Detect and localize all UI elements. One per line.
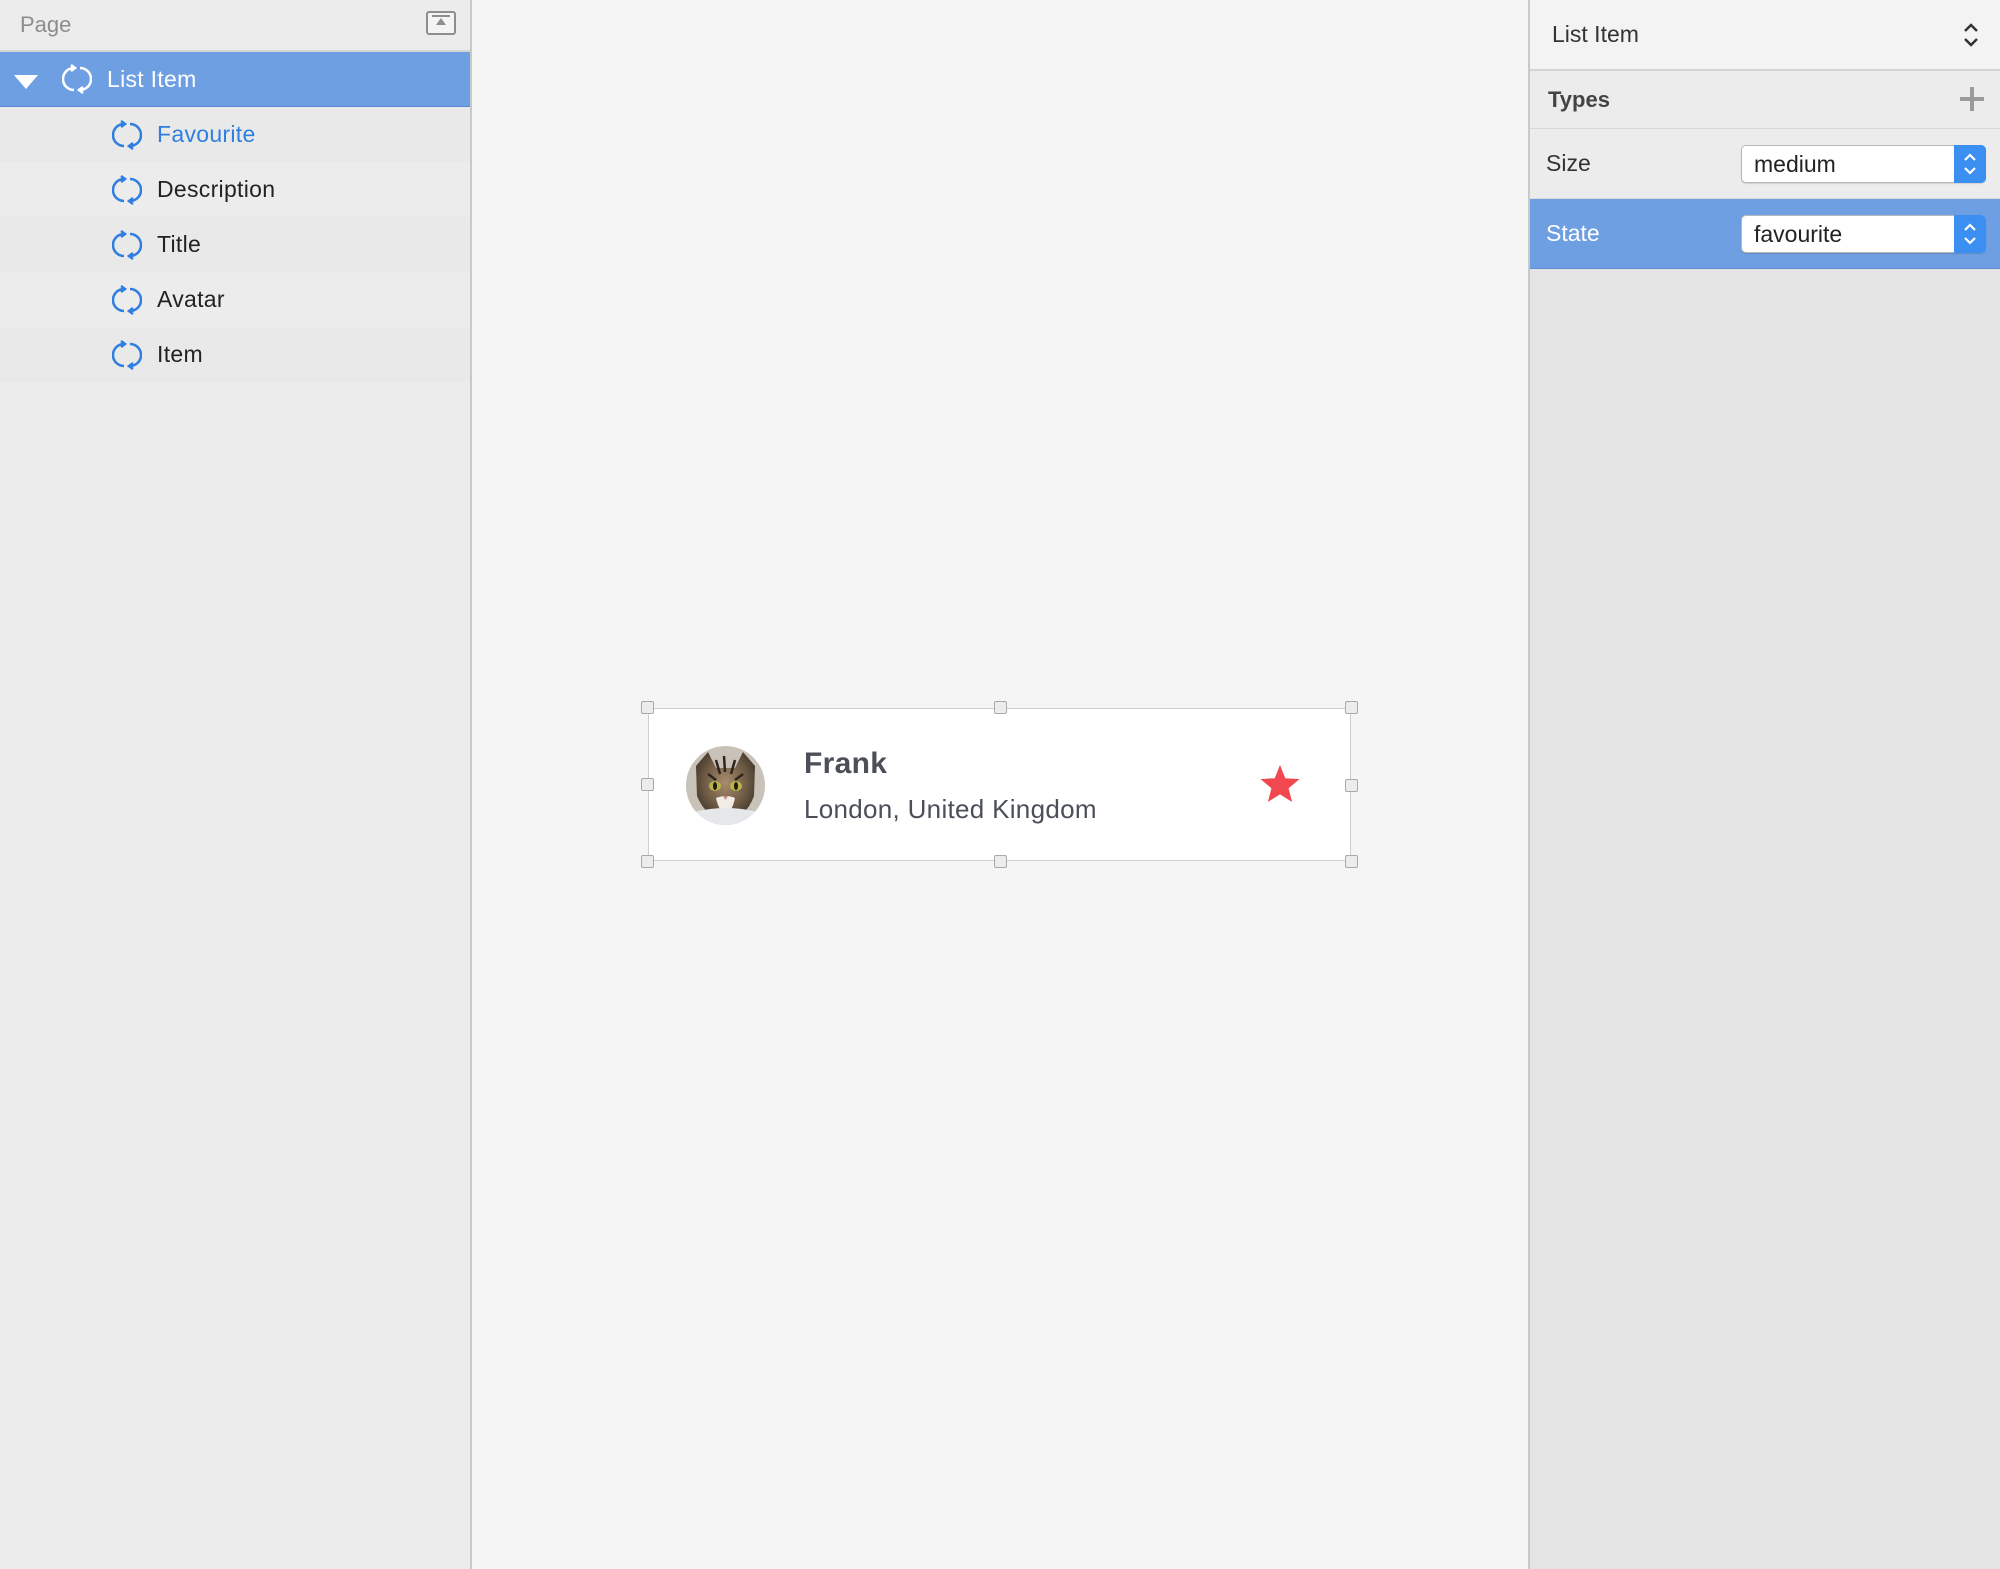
property-label: State	[1546, 220, 1600, 246]
cat-avatar-image	[686, 746, 765, 825]
layer-label: Title	[157, 231, 202, 257]
disclosure-triangle-icon[interactable]	[12, 65, 40, 93]
add-icon[interactable]	[1960, 87, 1984, 111]
layer-item-favourite[interactable]: Favourite	[0, 107, 470, 162]
layer-item-avatar[interactable]: Avatar	[0, 272, 470, 327]
select-stepper[interactable]	[1954, 145, 1986, 183]
layer-label: Avatar	[157, 286, 225, 312]
list-item-symbol[interactable]: Frank London, United Kingdom	[641, 701, 1358, 868]
list-item-description[interactable]: London, United Kingdom	[804, 794, 1097, 825]
resize-handle-bottom-right[interactable]	[1345, 855, 1358, 868]
list-item-title[interactable]: Frank	[804, 747, 887, 781]
canvas[interactable]: Frank London, United Kingdom	[472, 0, 1528, 1569]
select-stepper[interactable]	[1954, 215, 1986, 253]
select-value: medium	[1754, 150, 1836, 177]
size-select[interactable]: medium	[1741, 145, 1986, 183]
property-label: Size	[1546, 150, 1591, 176]
property-row-state[interactable]: State favourite	[1530, 199, 2000, 269]
layer-item-item[interactable]: Item	[0, 327, 470, 382]
layer-label: List Item	[107, 65, 197, 92]
layer-label: Favourite	[157, 121, 256, 147]
symbol-selector[interactable]: List Item	[1530, 0, 2000, 71]
resize-handle-bottom-left[interactable]	[641, 855, 654, 868]
symbol-icon	[112, 119, 142, 150]
state-select[interactable]: favourite	[1741, 215, 1986, 253]
symbol-icon	[112, 339, 142, 370]
layer-item-description[interactable]: Description	[0, 162, 470, 217]
layers-panel: Page List Item Favourite Description Tit…	[0, 0, 472, 1569]
resize-handle-right[interactable]	[1345, 779, 1358, 792]
layer-label: Description	[157, 176, 276, 202]
resize-handle-top[interactable]	[994, 701, 1007, 714]
select-value: favourite	[1754, 220, 1843, 247]
collapse-panel-button[interactable]	[426, 11, 456, 35]
symbol-icon	[62, 64, 92, 94]
resize-handle-top-right[interactable]	[1345, 701, 1358, 714]
star-icon[interactable]	[1259, 763, 1301, 805]
symbol-name: List Item	[1552, 21, 1639, 47]
resize-handle-bottom[interactable]	[994, 855, 1007, 868]
chevron-up-down-icon[interactable]	[1962, 22, 1980, 48]
resize-handle-top-left[interactable]	[641, 701, 654, 714]
page-label: Page	[20, 12, 72, 37]
layer-item-title[interactable]: Title	[0, 217, 470, 272]
chevron-up-down-icon	[1964, 223, 1976, 245]
chevron-up-down-icon	[1964, 153, 1976, 175]
resize-handle-left[interactable]	[641, 778, 654, 791]
avatar[interactable]	[686, 746, 765, 825]
layers-header: Page	[0, 0, 470, 52]
inspector-panel: List Item Types Size medium State favour…	[1528, 0, 2000, 1569]
types-label: Types	[1548, 86, 1610, 112]
layer-label: Item	[157, 341, 203, 367]
symbol-icon	[112, 174, 142, 205]
types-header: Types	[1530, 71, 2000, 129]
symbol-icon	[112, 284, 142, 315]
symbol-icon	[112, 229, 142, 260]
property-row-size[interactable]: Size medium	[1530, 129, 2000, 199]
layer-item-list-item[interactable]: List Item	[0, 52, 470, 107]
